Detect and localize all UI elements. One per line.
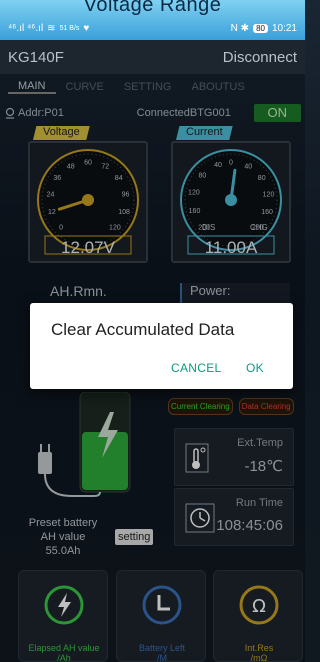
status-right: N ✱ 80 10:21	[231, 23, 297, 34]
heart-icon: ♥	[83, 23, 90, 34]
ok-button[interactable]: OK	[246, 361, 264, 375]
app-bar: KG140F Disconnect	[0, 40, 305, 74]
clock: 10:21	[271, 23, 297, 34]
dialog-title: Clear Accumulated Data	[51, 320, 235, 339]
wifi-icon: ≋	[47, 23, 56, 34]
net-speed: 51 B/s	[59, 25, 80, 32]
nfc-bluetooth-icons: N ✱	[230, 23, 250, 34]
cancel-button[interactable]: CANCEL	[171, 361, 221, 375]
clear-data-dialog: Clear Accumulated Data CANCEL OK	[30, 303, 293, 389]
battery-icon: 80	[253, 24, 268, 33]
status-bar: ⁴⁶.ıl ⁴⁶.ıl ≋ 51 B/s ♥ N ✱ 80 10:21	[0, 0, 305, 40]
status-left: ⁴⁶.ıl ⁴⁶.ıl ≋ 51 B/s ♥	[8, 23, 89, 34]
device-title: KG140F	[8, 48, 64, 66]
disconnect-button[interactable]: Disconnect	[223, 49, 297, 66]
signal-icon: ⁴⁶.ıl ⁴⁶.ıl	[8, 23, 44, 34]
